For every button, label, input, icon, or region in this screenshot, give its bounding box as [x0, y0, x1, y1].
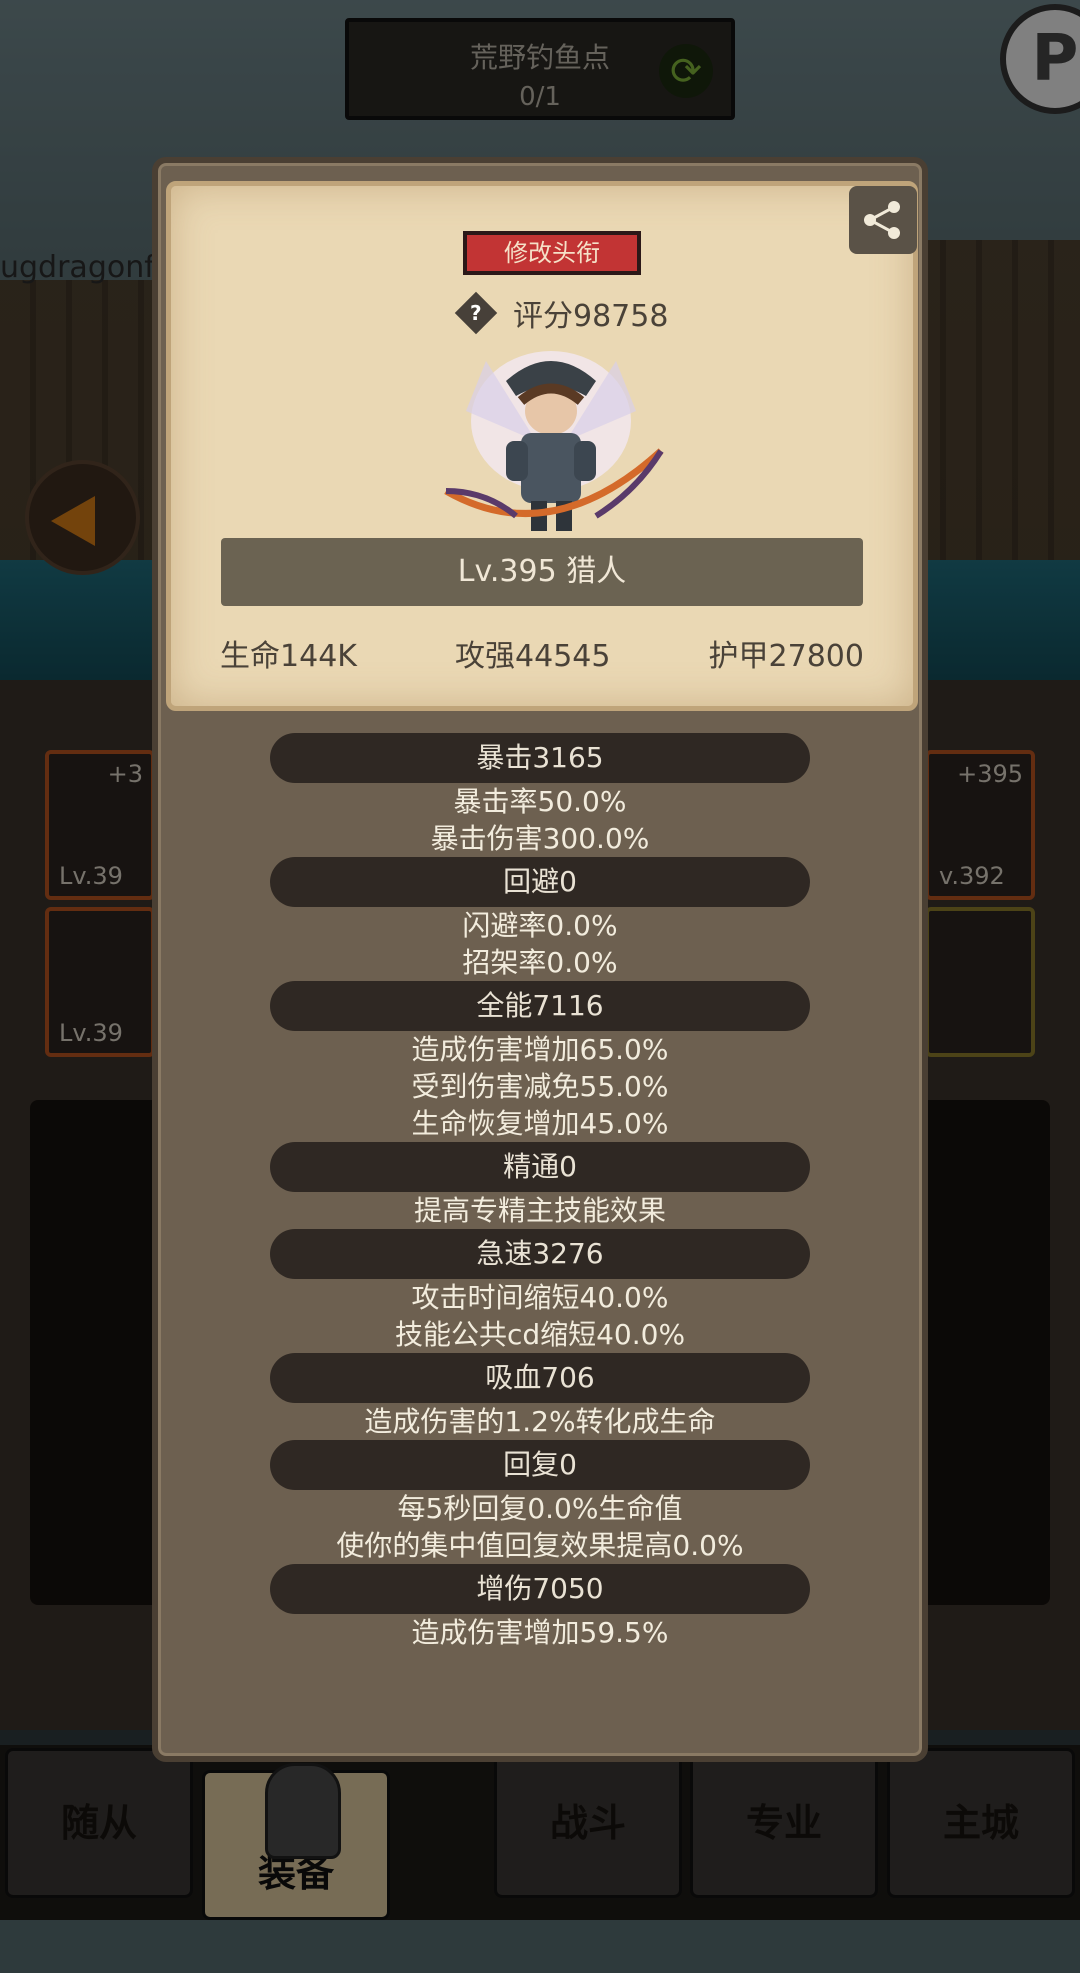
stat-header-crit: 暴击3165 — [270, 733, 810, 783]
stat-line: 闪避率0.0% — [462, 909, 618, 942]
stat-line: 攻击时间缩短40.0% — [411, 1281, 669, 1314]
help-icon[interactable]: ? — [454, 291, 498, 335]
stat-life: 生命144K — [220, 639, 357, 674]
stat-line: 暴击率50.0% — [453, 785, 627, 818]
score-value: 评分98758 — [513, 299, 669, 334]
stat-line: 生命恢复增加45.0% — [411, 1107, 669, 1140]
level-class-bar: Lv.395 猎人 — [221, 538, 863, 606]
hero-portrait — [426, 341, 676, 541]
stat-attack: 攻强44545 — [455, 639, 611, 674]
primary-stats: 生命144K 攻强44545 护甲27800 — [171, 631, 913, 675]
stat-armor: 护甲27800 — [708, 639, 864, 674]
edit-title-button[interactable]: 修改头衔 — [463, 231, 641, 275]
stat-header-regen: 回复0 — [270, 1440, 810, 1490]
score-row: ? 评分98758 — [451, 291, 711, 335]
stat-line: 技能公共cd缩短40.0% — [394, 1318, 686, 1351]
character-card: 修改头衔 ? 评分98758 Lv.395 猎人 生命144K 攻强44545 … — [166, 181, 918, 711]
stat-header-mastery: 精通0 — [270, 1142, 810, 1192]
stat-line: 招架率0.0% — [462, 946, 618, 979]
character-stats-modal: 修改头衔 ? 评分98758 Lv.395 猎人 生命144K 攻强44545 … — [152, 157, 928, 1762]
stat-line: 提高专精主技能效果 — [413, 1194, 666, 1227]
stat-line: 造成伤害增加59.5% — [411, 1616, 669, 1649]
stat-details: 暴击3165 暴击率50.0% 暴击伤害300.0% 回避0 闪避率0.0% 招… — [158, 733, 922, 1651]
stat-header-versatility: 全能7116 — [270, 981, 810, 1031]
stat-line: 每5秒回复0.0%生命值 — [397, 1492, 683, 1525]
stat-header-damage-bonus: 增伤7050 — [270, 1564, 810, 1614]
stat-line: 暴击伤害300.0% — [430, 822, 650, 855]
stat-line: 造成伤害的1.2%转化成生命 — [364, 1405, 716, 1438]
stat-line: 受到伤害减免55.0% — [411, 1070, 669, 1103]
stat-line: 造成伤害增加65.0% — [411, 1033, 669, 1066]
share-icon[interactable] — [849, 186, 917, 254]
stat-header-avoid: 回避0 — [270, 857, 810, 907]
stat-header-leech: 吸血706 — [270, 1353, 810, 1403]
stat-line: 使你的集中值回复效果提高0.0% — [336, 1529, 744, 1562]
stat-header-haste: 急速3276 — [270, 1229, 810, 1279]
